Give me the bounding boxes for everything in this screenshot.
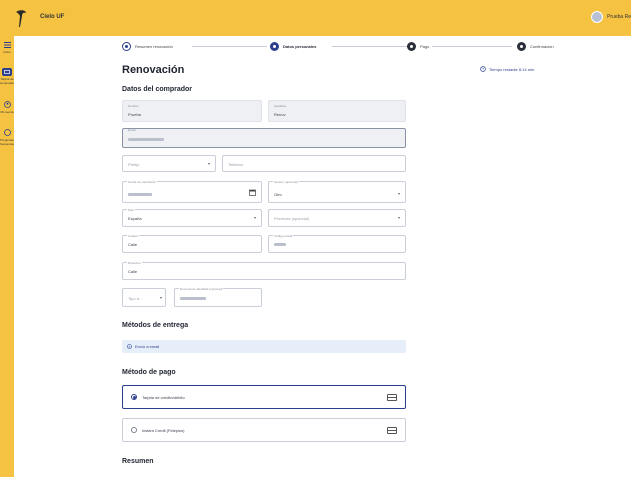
caret-down-icon: ▾: [159, 295, 162, 300]
calendar-icon[interactable]: [249, 189, 256, 196]
zip-value-redacted: [274, 242, 286, 247]
payment-option-instant-credit[interactable]: instant Credit (Fideplus): [122, 418, 406, 442]
field-value: Calle: [128, 269, 138, 274]
field-label: Nombre: [128, 104, 139, 108]
info-icon: [127, 344, 132, 349]
step-pending-icon: [407, 42, 416, 51]
field-label: Apellidos: [274, 104, 287, 108]
sidebar-item-mi-cuenta[interactable]: Mi cuenta: [0, 100, 14, 114]
city-field[interactable]: Ciudad Calle: [122, 234, 262, 253]
field-value: Calle: [128, 242, 138, 247]
field-label: Documento identidad (opcional): [179, 287, 224, 291]
radio-unselected-icon[interactable]: [131, 427, 137, 433]
province-select[interactable]: Provincia (opcional) ▾: [268, 209, 406, 227]
birthdate-value-redacted: [128, 192, 152, 197]
name-field[interactable]: Nombre Prueba: [122, 100, 262, 122]
delivery-option[interactable]: Envío a email: [122, 340, 406, 353]
caret-down-icon: ▾: [253, 215, 256, 220]
email-field[interactable]: Email: [122, 128, 406, 148]
help-icon: [3, 128, 12, 137]
section-title-payment: Método de pago: [122, 369, 176, 376]
checkout-stepper: Resumen renovación Datos personales Pago…: [122, 42, 572, 52]
step-pending-icon: [517, 42, 526, 51]
caret-down-icon: ▾: [397, 215, 400, 220]
email-value-redacted: [128, 137, 164, 142]
field-value: Otro: [274, 192, 282, 197]
caret-down-icon: ▾: [397, 191, 400, 196]
step-label: Resumen renovación: [135, 44, 173, 49]
field-label: Género (opcional): [273, 180, 300, 184]
top-bar: Cielo UF Prueba Re: [0, 0, 631, 36]
brand-swirl-icon[interactable]: [14, 8, 28, 28]
field-label: Código postal: [273, 234, 294, 238]
document-number-field[interactable]: Documento identidad (opcional): [174, 287, 262, 307]
field-placeholder: Prefijo: [128, 162, 140, 167]
delivery-option-label: Envío a email: [135, 344, 160, 349]
document-type-select[interactable]: Tipo d... ▾: [122, 288, 166, 307]
address-field[interactable]: Dirección Calle: [122, 261, 406, 280]
step-label: Confirmación: [530, 44, 554, 49]
credit-card-icon: [387, 394, 397, 401]
radio-selected-icon[interactable]: [131, 394, 137, 400]
field-value: Renov: [274, 112, 286, 117]
avatar[interactable]: [591, 11, 604, 23]
sidebar-item-faq[interactable]: Preguntas frecuentes: [0, 128, 14, 146]
page-title: Renovación: [122, 64, 185, 76]
menu-icon: [3, 40, 12, 49]
sidebar-item-label: Tarjeta de comprador: [0, 77, 15, 85]
field-label: País: [127, 208, 136, 212]
payment-option-card[interactable]: Tarjeta de crédito/débito: [122, 385, 406, 409]
document-value-redacted: [180, 296, 206, 301]
app-name: Cielo UF: [40, 14, 65, 20]
step-pago[interactable]: Pago: [407, 42, 429, 51]
surname-field[interactable]: Apellidos Renov: [268, 100, 406, 122]
field-placeholder: Provincia (opcional): [274, 216, 310, 221]
field-placeholder: Teléfono: [228, 162, 244, 167]
step-current-icon: [270, 42, 279, 51]
clock-icon: [480, 66, 486, 72]
birthdate-field[interactable]: Fecha de nacimiento: [122, 180, 262, 203]
sidebar: Inicio Tarjeta de comprador Mi cuenta Pr…: [0, 36, 14, 477]
field-value: Prueba: [128, 112, 141, 117]
section-title-buyer: Datos del comprador: [122, 86, 193, 93]
section-title-summary: Resumen: [122, 458, 154, 465]
field-value: España: [128, 216, 142, 221]
step-connector: [332, 46, 407, 47]
step-datos-personales[interactable]: Datos personales: [270, 42, 316, 51]
card-icon: [2, 68, 12, 76]
timer-text: Tiempo restante 8:14 min: [489, 66, 535, 72]
step-check-icon: [122, 42, 131, 51]
field-label: Dirección: [127, 261, 142, 265]
field-label: Fecha de nacimiento: [127, 180, 157, 184]
user-name[interactable]: Prueba Re: [607, 14, 631, 20]
field-label: Ciudad: [127, 234, 139, 238]
step-resumen[interactable]: Resumen renovación: [122, 42, 173, 51]
step-label: Datos personales: [283, 44, 317, 49]
field-placeholder: Tipo d...: [128, 296, 143, 301]
payment-option-label: Tarjeta de crédito/débito: [142, 394, 185, 400]
section-title-delivery: Métodos de entrega: [122, 322, 189, 329]
field-label: Email: [128, 128, 136, 132]
zip-field[interactable]: Código postal: [268, 234, 406, 253]
phone-input[interactable]: Teléfono: [222, 155, 406, 172]
sidebar-item-label: Inicio: [3, 50, 11, 54]
countdown-timer: Tiempo restante 8:14 min: [480, 66, 534, 72]
step-label: Pago: [420, 44, 430, 49]
credit-card-icon: [387, 427, 397, 434]
sidebar-item-tarjeta[interactable]: Tarjeta de comprador: [0, 68, 14, 85]
phone-prefix-select[interactable]: Prefijo ▾: [122, 155, 216, 172]
user-menu[interactable]: Prueba Re: [591, 11, 631, 23]
step-connector: [192, 46, 267, 47]
step-connector: [432, 46, 512, 47]
country-select[interactable]: País España ▾: [122, 208, 262, 227]
payment-option-label: instant Credit (Fideplus): [142, 427, 185, 433]
caret-down-icon: ▾: [207, 161, 210, 166]
sidebar-item-label: Preguntas frecuentes: [0, 138, 15, 146]
sidebar-item-inicio[interactable]: Inicio: [0, 40, 14, 54]
sidebar-item-label: Mi cuenta: [0, 110, 14, 114]
gender-select[interactable]: Género (opcional) Otro ▾: [268, 180, 406, 203]
user-icon: [3, 100, 12, 109]
step-confirmacion[interactable]: Confirmación: [517, 42, 554, 51]
